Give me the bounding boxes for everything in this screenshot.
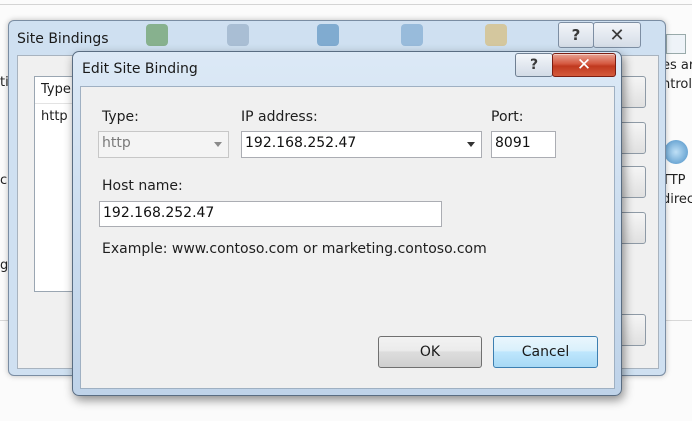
bg-right-text: ntrol	[662, 77, 692, 92]
edit-site-binding-dialog: Edit Site Binding ? ✕ Type: http IP addr…	[72, 51, 622, 396]
close-button[interactable]: ✕	[552, 53, 616, 77]
host-name-label: Host name:	[102, 178, 183, 194]
ip-address-label: IP address:	[241, 109, 318, 125]
type-select[interactable]: http	[98, 131, 229, 158]
help-icon: ?	[529, 57, 539, 73]
ip-address-value: 192.168.252.47	[245, 135, 357, 151]
globe-icon	[317, 24, 339, 46]
dialog-body: Type: http IP address: 192.168.252.47 Po…	[80, 86, 615, 389]
column-header-type[interactable]: Type	[41, 82, 71, 97]
redirect-icon[interactable]	[664, 140, 688, 164]
bg-left-text: c	[0, 173, 8, 188]
close-icon: ✕	[576, 55, 592, 75]
toolbar-icon	[485, 24, 507, 46]
type-value: http	[102, 135, 131, 151]
document-icon[interactable]	[666, 34, 686, 54]
bg-right-text: direc	[662, 192, 692, 207]
chevron-down-icon	[214, 142, 222, 147]
ok-button[interactable]: OK	[378, 336, 482, 368]
close-button[interactable]: ✕	[593, 22, 641, 48]
host-name-input[interactable]: 192.168.252.47	[99, 201, 442, 227]
help-button[interactable]: ?	[558, 22, 594, 48]
chevron-down-icon[interactable]	[467, 142, 475, 147]
dialog-title: Edit Site Binding	[82, 61, 198, 77]
close-icon: ✕	[609, 24, 625, 46]
port-input[interactable]: 8091	[491, 131, 556, 158]
divider	[0, 4, 692, 5]
list-item-type: http	[41, 109, 68, 124]
help-button[interactable]: ?	[515, 53, 553, 77]
cancel-button[interactable]: Cancel	[493, 336, 598, 368]
host-name-value: 192.168.252.47	[103, 205, 215, 221]
ip-address-select[interactable]: 192.168.252.47	[241, 131, 482, 158]
help-icon: ?	[571, 26, 581, 44]
toolbar-icon	[227, 24, 249, 46]
type-label: Type:	[102, 109, 139, 125]
port-value: 8091	[495, 135, 531, 151]
globe-icon	[146, 24, 168, 46]
example-text: Example: www.contoso.com or marketing.co…	[102, 241, 487, 257]
dialog-title: Site Bindings	[17, 31, 109, 47]
port-label: Port:	[491, 109, 524, 125]
bg-right-text: es ar	[662, 58, 692, 73]
toolbar-icon	[401, 24, 423, 46]
